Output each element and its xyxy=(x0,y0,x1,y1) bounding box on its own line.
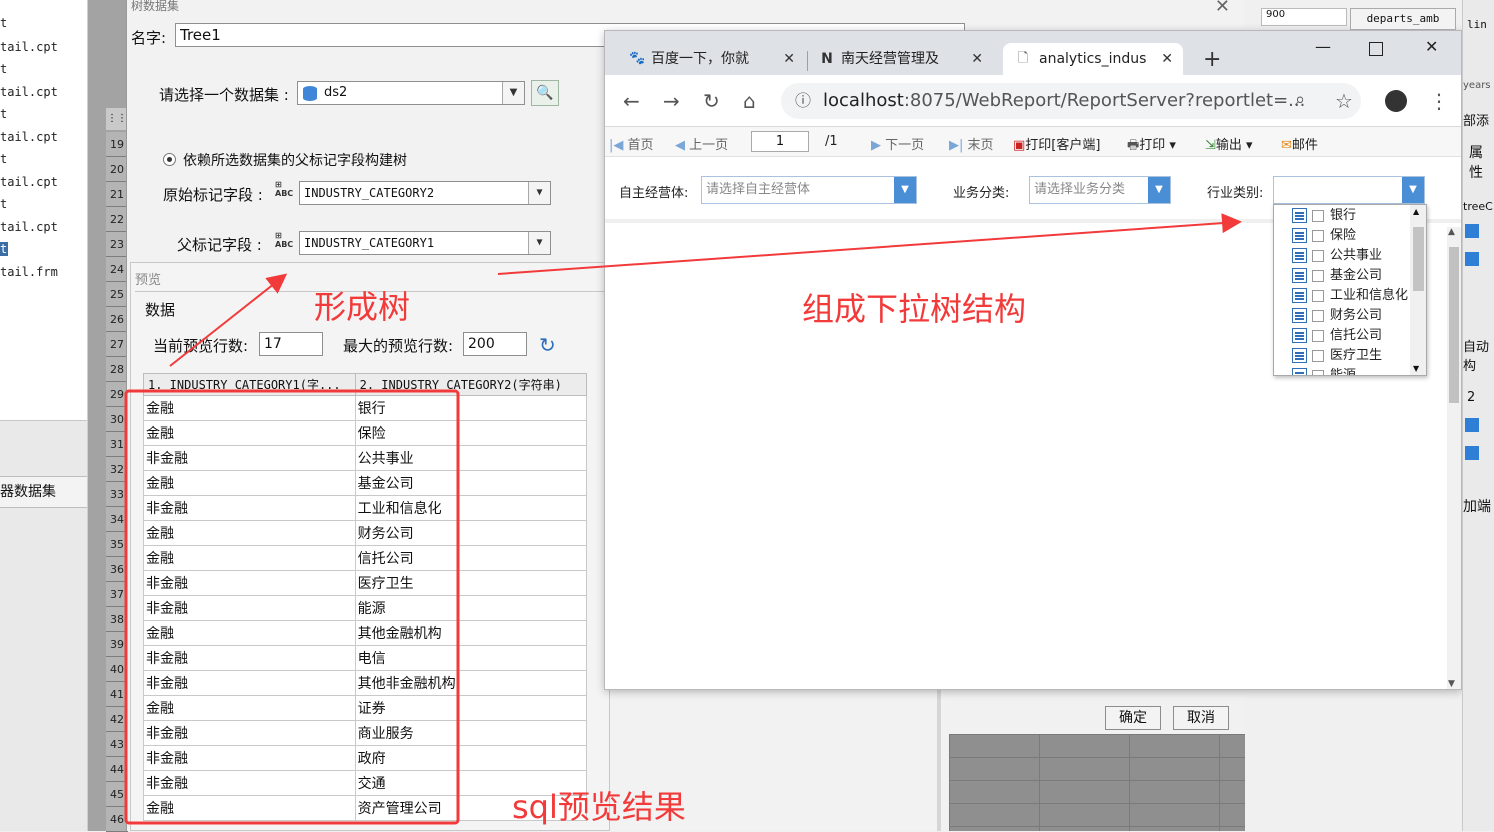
annotation-layer xyxy=(124,213,1242,825)
annotation-sql-preview: sql预览结果 xyxy=(512,788,686,826)
annotation-dropdown-tree: 组成下拉树结构 xyxy=(802,290,1027,328)
annotation-box xyxy=(124,389,460,825)
annotation-arrow xyxy=(497,213,1242,275)
annotation-form-tree: 形成树 xyxy=(314,288,411,326)
annotation-arrow xyxy=(169,273,288,367)
